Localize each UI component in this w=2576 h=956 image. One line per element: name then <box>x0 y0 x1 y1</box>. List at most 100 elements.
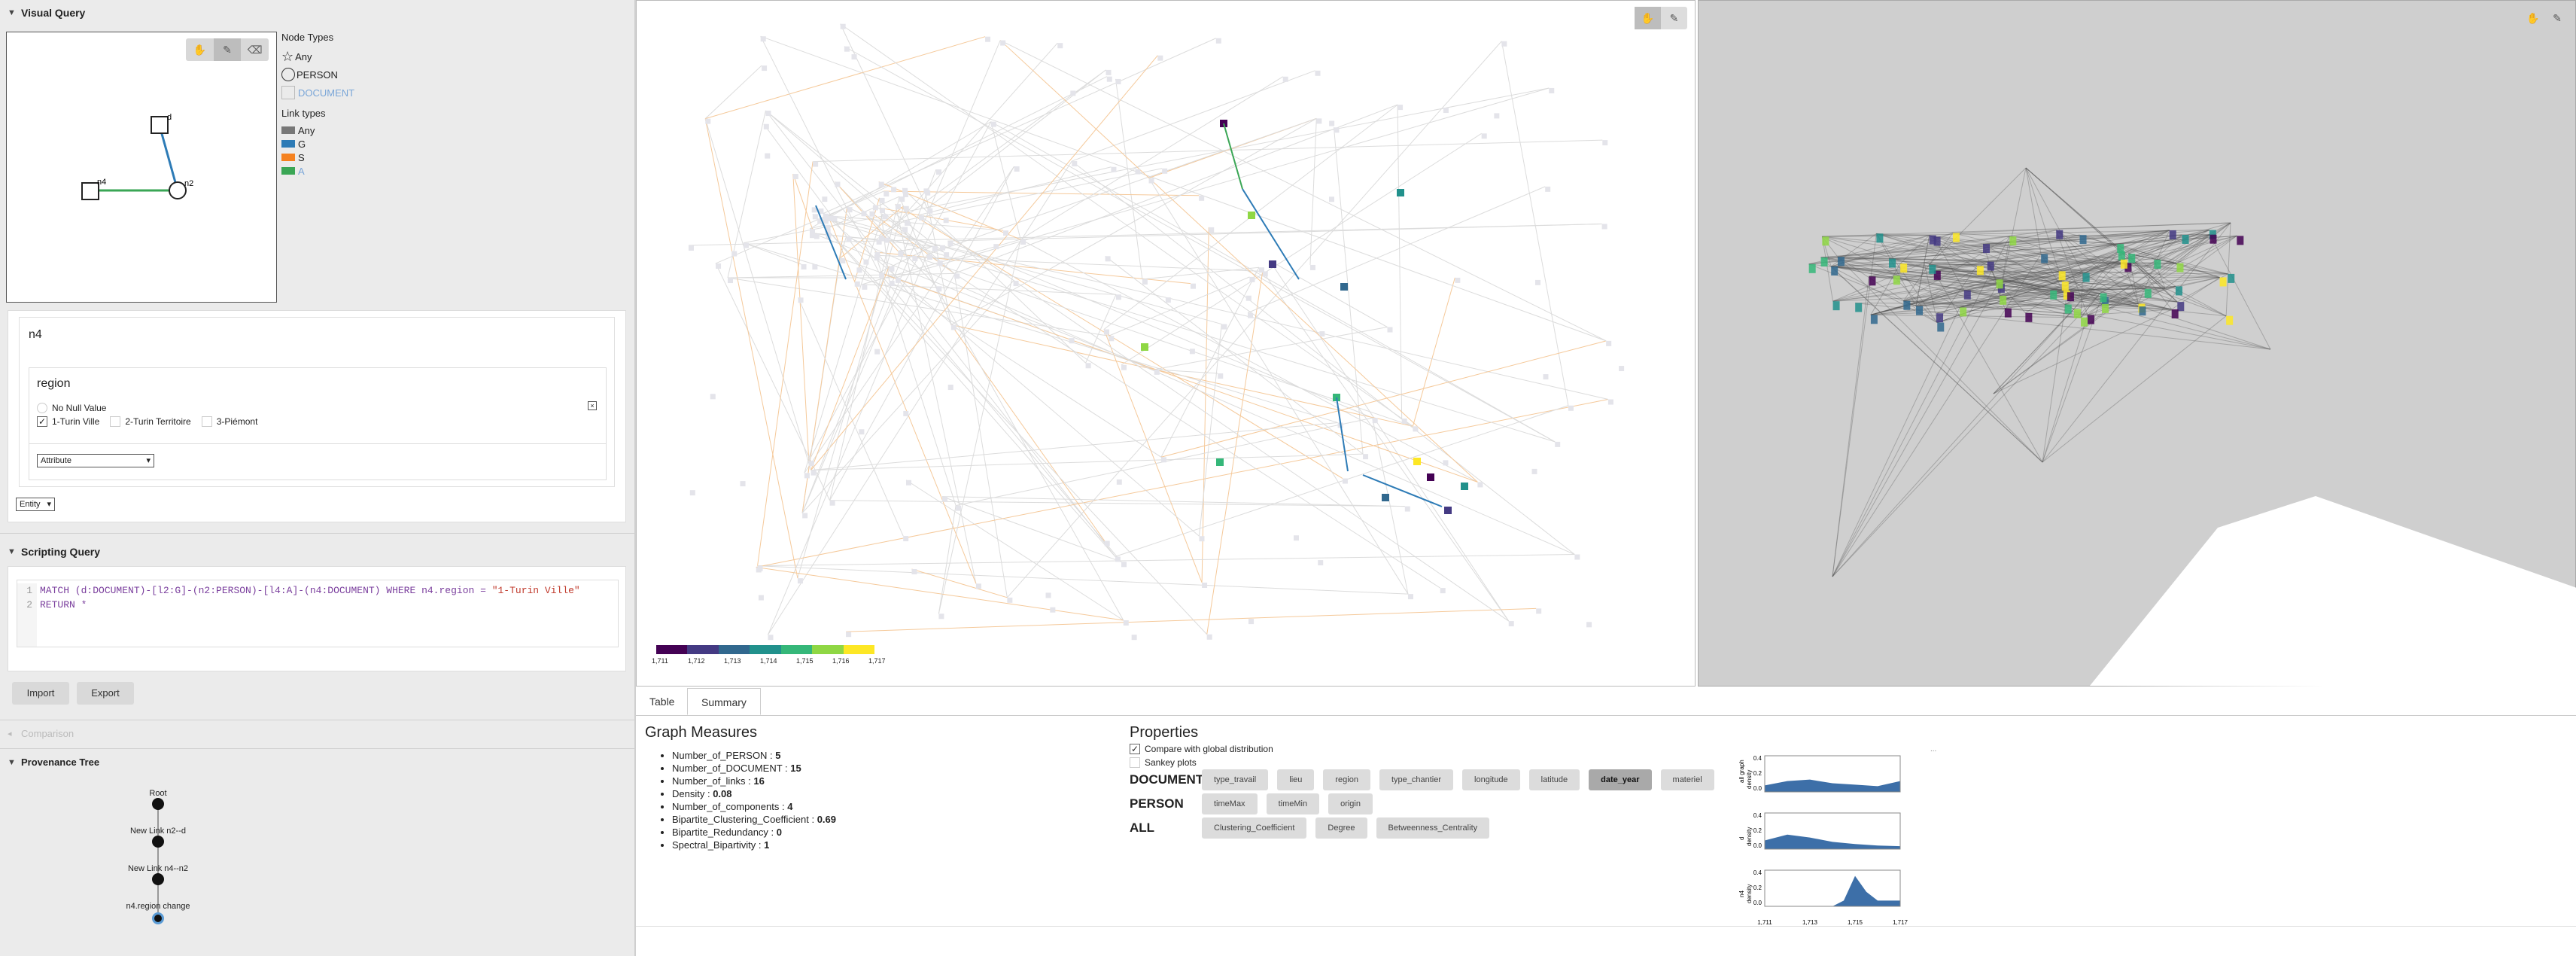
graph-edge <box>911 568 1008 598</box>
graph-edge <box>840 23 1413 427</box>
property-button-materiel[interactable]: materiel <box>1660 769 1714 790</box>
link-type-a[interactable]: A <box>281 164 354 178</box>
graph-node <box>1334 127 1340 133</box>
graph-edge <box>811 453 1364 471</box>
compare-option[interactable]: ✓ Compare with global distribution <box>1130 744 1273 754</box>
link-type-any[interactable]: Any <box>281 123 354 137</box>
provenance-header[interactable]: ▼ Provenance Tree <box>0 750 636 775</box>
comparison-header[interactable]: ◂ Comparison <box>0 721 636 747</box>
prov-node-2[interactable] <box>152 873 164 885</box>
option-checkbox-1[interactable]: ✓ <box>37 416 47 427</box>
caret-down-icon: ▼ <box>8 8 16 17</box>
property-button-latitude[interactable]: latitude <box>1528 769 1580 790</box>
node-type-any[interactable]: ☆ Any <box>281 47 354 65</box>
property-button-origin[interactable]: origin <box>1328 793 1373 814</box>
prov-node-3[interactable] <box>152 912 164 924</box>
prov-node-root[interactable] <box>152 798 164 810</box>
link-type-g[interactable]: G <box>281 137 354 151</box>
graph-edge <box>999 40 1607 342</box>
close-icon[interactable]: × <box>588 401 597 410</box>
link-type-s[interactable]: S <box>281 151 354 164</box>
scale-swatch <box>843 645 874 654</box>
property-button-degree[interactable]: Degree <box>1315 817 1367 839</box>
graph3d-node <box>2154 260 2161 269</box>
circle-icon <box>281 68 295 81</box>
edit-icon[interactable]: ✎ <box>2545 7 2569 29</box>
graph3d-node <box>2176 263 2184 272</box>
hand-icon[interactable]: ✋ <box>2521 7 2545 29</box>
graph-node <box>1202 582 1208 588</box>
graph-node <box>797 578 803 584</box>
edit-icon[interactable]: ✎ <box>1661 7 1687 29</box>
import-button[interactable]: Import <box>12 682 69 705</box>
option-label-3: 3-Piémont <box>216 416 258 427</box>
hand-icon[interactable]: ✋ <box>1635 7 1661 29</box>
highlight-node <box>1382 494 1389 501</box>
graph-node <box>878 181 884 187</box>
graph-edge <box>1072 70 1315 162</box>
property-button-betweenness_centrality[interactable]: Betweenness_Centrality <box>1376 817 1490 839</box>
graph3d-node <box>1808 263 1816 273</box>
no-null-option[interactable]: No Null Value <box>37 403 106 413</box>
property-button-lieu[interactable]: lieu <box>1277 769 1315 790</box>
graph-node <box>1536 608 1542 614</box>
property-button-timemin[interactable]: timeMin <box>1266 793 1320 814</box>
graph-3d-view[interactable]: ✋ ✎ <box>1698 0 2576 687</box>
graph-edge <box>768 254 928 635</box>
graph-node <box>840 257 846 263</box>
graph-2d-view[interactable]: ✋ ✎ 1,711 1,712 1,713 1,714 1,715 1,716 1,717 <box>636 0 1696 687</box>
graph-node <box>862 284 868 290</box>
tab-table[interactable]: Table <box>636 688 688 715</box>
property-button-clustering_coefficient[interactable]: Clustering_Coefficient <box>1202 817 1307 839</box>
density-y-tick: 0.0 <box>1753 842 1762 849</box>
node-types-title: Node Types <box>281 32 334 43</box>
graph-node <box>727 278 733 284</box>
highlight-node <box>1413 458 1421 465</box>
entity-select[interactable]: Entity ▾ <box>16 498 55 511</box>
graph-node <box>884 237 890 243</box>
prov-node-1[interactable] <box>152 836 164 848</box>
graph3d-node <box>1963 290 1971 300</box>
property-button-type_travail[interactable]: type_travail <box>1202 769 1269 790</box>
graph-edge <box>938 505 956 614</box>
property-button-type_chantier[interactable]: type_chantier <box>1379 769 1454 790</box>
no-null-checkbox[interactable] <box>37 403 47 413</box>
node-type-person[interactable]: PERSON <box>281 65 354 84</box>
graph-node <box>1443 108 1449 114</box>
property-button-longitude[interactable]: longitude <box>1462 769 1520 790</box>
property-button-region[interactable]: region <box>1323 769 1370 790</box>
node-type-document[interactable]: DOCUMENT <box>281 84 354 102</box>
graph-node <box>902 227 908 233</box>
density-y-label: density <box>1746 827 1753 846</box>
attribute-select[interactable]: Attribute ▾ <box>37 454 154 467</box>
node-n4 <box>81 182 99 200</box>
sankey-option[interactable]: Sankey plots <box>1130 757 1197 768</box>
graph-node <box>861 211 867 217</box>
tab-summary[interactable]: Summary <box>687 688 761 715</box>
option-checkbox-2[interactable] <box>110 416 121 427</box>
graph-node <box>1549 87 1555 93</box>
graph-node <box>1342 478 1348 484</box>
property-button-date_year[interactable]: date_year <box>1589 769 1652 790</box>
export-button[interactable]: Export <box>77 682 134 705</box>
graph-node <box>1545 186 1551 192</box>
visual-query-canvas[interactable]: ✋ ✎ ⌫ d n4 n2 <box>6 32 277 303</box>
compare-checkbox[interactable]: ✓ <box>1130 744 1140 754</box>
sankey-checkbox[interactable] <box>1130 757 1140 768</box>
node-d <box>151 116 169 134</box>
code-editor[interactable]: 1 MATCH (d:DOCUMENT)-[l2:G]-(n2:PERSON)-… <box>17 580 619 647</box>
density-y-tick: 0.2 <box>1753 770 1762 777</box>
visual-query-header[interactable]: ▼ Visual Query <box>0 0 636 26</box>
graph-node <box>896 277 902 283</box>
graph-edge <box>1006 41 1502 598</box>
option-checkbox-3[interactable] <box>201 416 212 427</box>
graph-node <box>898 251 904 257</box>
graph-edge <box>1262 271 1510 622</box>
more-label[interactable]: ... <box>1930 745 1936 754</box>
property-button-timemax[interactable]: timeMax <box>1202 793 1258 814</box>
scripting-query-header[interactable]: ▼ Scripting Query <box>0 539 636 565</box>
graph3d-node <box>1837 257 1845 266</box>
scale-swatch <box>718 645 750 654</box>
link-types-title: Link types <box>281 108 326 119</box>
graph3d-edge <box>1832 283 1999 577</box>
